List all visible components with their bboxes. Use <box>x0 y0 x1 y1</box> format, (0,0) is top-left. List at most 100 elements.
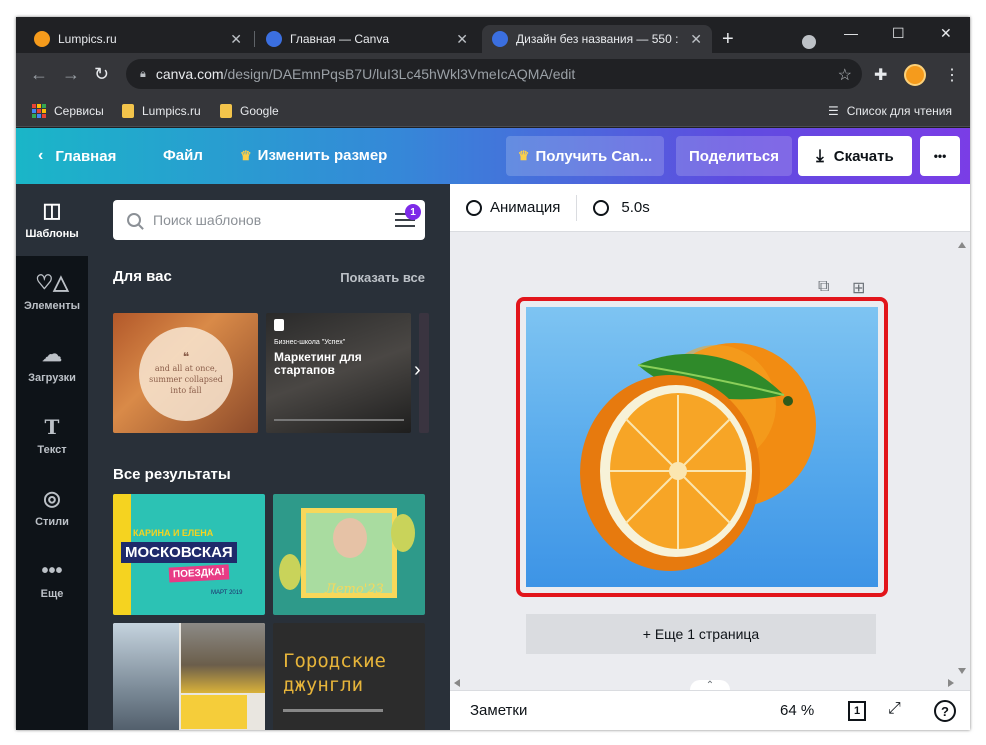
window-close-icon[interactable]: ✕ <box>940 25 952 42</box>
template-text: summer collapsed <box>149 375 223 384</box>
show-all-link[interactable]: Показать все <box>340 270 425 285</box>
url-path: /design/DAEmnPqsB7U/luI3Lc45hWkl3VmeIcAQ… <box>223 66 576 82</box>
timing-button[interactable]: 5.0s <box>593 199 650 216</box>
tab-design[interactable]: Дизайн без названия — 550 : ✕ <box>482 25 712 53</box>
template-text: джунгли <box>283 674 364 696</box>
bookmark-google[interactable]: Google <box>220 104 279 118</box>
rail-label: Еще <box>40 588 64 600</box>
template-text: into fall <box>170 386 202 395</box>
design-page-highlight[interactable] <box>516 297 888 597</box>
tab-lumpics[interactable]: Lumpics.ru ✕ <box>24 25 252 53</box>
notes-button[interactable]: Заметки <box>470 702 527 719</box>
back-arrow-icon[interactable]: ← <box>30 65 48 83</box>
url-host: canva.com <box>155 66 224 82</box>
canva-header: ‹ Главная Файл ♛ Изменить размер ♛ Получ… <box>16 128 970 184</box>
template-summer[interactable]: Лето'23 <box>273 494 425 615</box>
file-menu[interactable]: Файл <box>163 147 203 164</box>
folder-icon <box>122 104 134 118</box>
rail-styles[interactable]: ◎ Стили <box>16 472 88 544</box>
layout-icon: ◫ <box>42 200 62 222</box>
help-icon[interactable]: ? <box>934 700 956 722</box>
profile-avatar[interactable] <box>904 64 926 86</box>
download-button[interactable]: ⤓ Скачать <box>798 136 912 176</box>
editor-toolbar: Анимация 5.0s <box>450 184 970 232</box>
bookmark-label: Google <box>240 104 279 118</box>
fullscreen-icon[interactable]: ⤢ <box>888 700 901 718</box>
tab-title: Дизайн без названия — 550 : <box>516 32 679 46</box>
bookmark-apps[interactable]: Сервисы <box>32 104 104 118</box>
template-city-jungle[interactable]: Городские джунгли <box>273 623 425 730</box>
tab-canva-home[interactable]: Главная — Canva ✕ <box>256 25 478 53</box>
template-search[interactable]: 1 <box>113 200 425 240</box>
crown-icon: ♛ <box>240 147 252 163</box>
all-results-heading: Все результаты <box>113 466 231 483</box>
editor-area: Анимация 5.0s ⧉ ⊞ + Еще 1 страница ⌃ Зам… <box>450 184 970 730</box>
resize-button[interactable]: ♛ Изменить размер <box>240 147 387 164</box>
tab-strip: Lumpics.ru ✕ Главная — Canva ✕ Дизайн бе… <box>16 17 970 53</box>
rail-more[interactable]: ••• Еще <box>16 544 88 616</box>
get-pro-button[interactable]: ♛ Получить Can... <box>506 136 664 176</box>
reading-list[interactable]: ☰ Список для чтения <box>828 104 952 118</box>
browser-toolbar: ← → ↻ 🔒︎ canva.com /design/DAEmnPqsB7U/l… <box>16 53 970 97</box>
resize-label: Изменить размер <box>257 147 388 164</box>
close-icon[interactable]: ✕ <box>456 31 468 48</box>
share-label: Поделиться <box>688 147 780 165</box>
extensions-icon[interactable]: ✚ <box>874 65 887 85</box>
text-icon: T <box>44 415 60 439</box>
palette-icon: ◎ <box>43 488 61 510</box>
template-autumn[interactable]: ❝ and all at once, summer collapsed into… <box>113 313 258 433</box>
divider <box>283 709 383 712</box>
tab-search-icon[interactable] <box>802 35 816 49</box>
bookmark-lumpics[interactable]: Lumpics.ru <box>122 104 201 118</box>
download-icon: ⤓ <box>816 146 824 165</box>
template-text: and all at once, <box>154 364 218 373</box>
rail-uploads[interactable]: ☁ Загрузки <box>16 328 88 400</box>
bookmark-star-icon[interactable]: ☆ <box>838 65 852 85</box>
browser-menu-icon[interactable]: ⋮ <box>944 65 960 85</box>
canva-favicon-icon <box>266 31 282 47</box>
animation-button[interactable]: Анимация <box>466 199 560 216</box>
forward-arrow-icon[interactable]: → <box>62 65 80 83</box>
minimize-icon[interactable]: — <box>844 25 858 41</box>
design-canvas[interactable] <box>526 307 878 587</box>
template-text: ПОЕЗДКА! <box>168 564 230 583</box>
share-button[interactable]: Поделиться <box>676 136 792 176</box>
pineapple-icon <box>279 554 301 590</box>
template-text: Бизнес-школа "Успех" <box>274 339 346 346</box>
yellow-block <box>181 695 247 729</box>
duplicate-page-icon[interactable]: ⧉ <box>818 278 829 296</box>
zoom-level[interactable]: 64 % <box>780 702 814 719</box>
vertical-scrollbar[interactable] <box>956 240 968 676</box>
stem <box>783 396 793 406</box>
more-options-button[interactable]: ••• <box>920 136 960 176</box>
template-city-photos[interactable] <box>113 623 265 730</box>
rail-elements[interactable]: ♡△ Элементы <box>16 256 88 328</box>
animation-icon <box>466 199 482 216</box>
search-input[interactable] <box>153 212 373 228</box>
template-business[interactable]: Бизнес-школа "Успех" Маркетинг для старт… <box>266 313 411 433</box>
reload-icon[interactable]: ↻ <box>94 65 109 83</box>
close-icon[interactable]: ✕ <box>690 31 702 48</box>
toolbar-divider <box>576 194 578 221</box>
chevron-right-icon[interactable]: › <box>414 359 421 382</box>
template-moscow[interactable]: КАРИНА И ЕЛЕНА МОСКОВСКАЯ ПОЕЗДКА! МАРТ … <box>113 494 265 615</box>
canva-favicon-icon <box>492 31 508 47</box>
skyscraper-photo <box>113 623 179 730</box>
tab-title: Главная — Canva <box>290 32 390 46</box>
add-page-button[interactable]: + Еще 1 страница <box>526 614 876 654</box>
maximize-icon[interactable]: ☐ <box>892 25 905 42</box>
rail-templates[interactable]: ◫ Шаблоны <box>16 184 88 256</box>
orange-favicon-icon <box>34 31 50 47</box>
side-rail: ◫ Шаблоны ♡△ Элементы ☁ Загрузки T Текст… <box>16 184 88 730</box>
logo-icon <box>274 319 284 331</box>
crown-icon: ♛ <box>517 148 530 163</box>
add-page-icon[interactable]: ⊞ <box>852 278 865 298</box>
close-icon[interactable]: ✕ <box>230 31 242 48</box>
address-bar[interactable]: 🔒︎ canva.com /design/DAEmnPqsB7U/luI3Lc4… <box>126 59 862 89</box>
home-link[interactable]: ‹ Главная <box>38 147 116 165</box>
new-tab-button[interactable]: + <box>722 29 734 49</box>
page-count-icon[interactable]: 1 <box>848 701 866 721</box>
rail-text[interactable]: T Текст <box>16 400 88 472</box>
template-text: Лето'23 <box>325 582 384 597</box>
template-title: Городские джунгли <box>283 649 386 697</box>
